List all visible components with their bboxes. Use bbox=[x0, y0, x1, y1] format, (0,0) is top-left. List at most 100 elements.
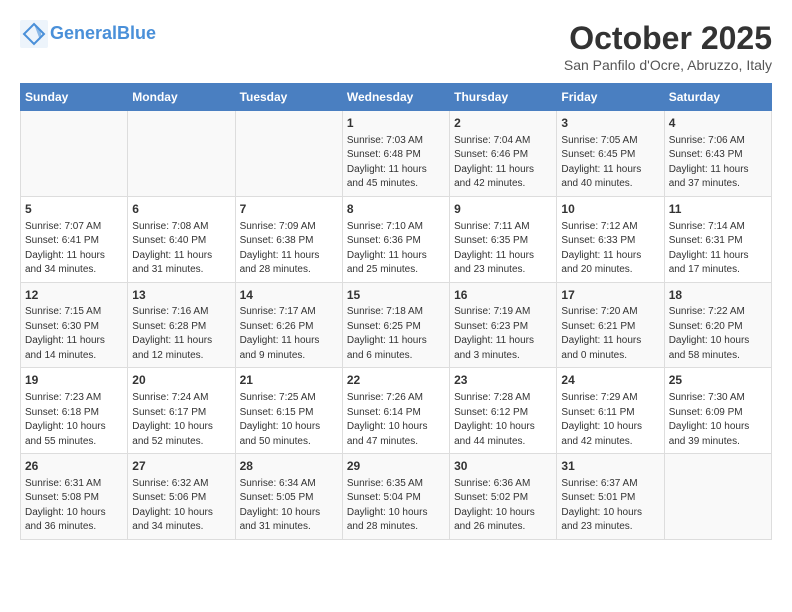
day-info: Sunrise: 6:36 AM Sunset: 5:02 PM Dayligh… bbox=[454, 477, 552, 535]
calendar-cell: 14Sunrise: 7:17 AM Sunset: 6:26 PM Dayli… bbox=[235, 282, 342, 368]
day-number: 14 bbox=[240, 287, 338, 304]
weekday-header: Tuesday bbox=[235, 84, 342, 111]
day-number: 24 bbox=[561, 372, 659, 389]
day-info: Sunrise: 6:35 AM Sunset: 5:04 PM Dayligh… bbox=[347, 477, 445, 535]
day-number: 23 bbox=[454, 372, 552, 389]
title-section: October 2025 San Panfilo d'Ocre, Abruzzo… bbox=[564, 20, 772, 73]
day-number: 30 bbox=[454, 458, 552, 475]
weekday-header: Friday bbox=[557, 84, 664, 111]
calendar-week-row: 12Sunrise: 7:15 AM Sunset: 6:30 PM Dayli… bbox=[21, 282, 772, 368]
day-info: Sunrise: 6:32 AM Sunset: 5:06 PM Dayligh… bbox=[132, 477, 230, 535]
day-info: Sunrise: 6:31 AM Sunset: 5:08 PM Dayligh… bbox=[25, 477, 123, 535]
day-info: Sunrise: 7:10 AM Sunset: 6:36 PM Dayligh… bbox=[347, 220, 445, 278]
calendar-cell: 9 Sunrise: 7:11 AM Sunset: 6:35 PM Daylig… bbox=[450, 196, 557, 282]
day-number: 3 bbox=[561, 115, 659, 132]
day-info: Sunrise: 6:37 AM Sunset: 5:01 PM Dayligh… bbox=[561, 477, 659, 535]
day-number: 9 bbox=[454, 201, 552, 218]
calendar-week-row: 19 Sunrise: 7:23 AM Sunset: 6:18 PM Dayli… bbox=[21, 368, 772, 454]
weekday-header: Sunday bbox=[21, 84, 128, 111]
logo-text: GeneralBlue bbox=[50, 23, 156, 45]
day-number: 11 bbox=[669, 201, 767, 218]
calendar-cell: 21 Sunrise: 7:25 AM Sunset: 6:15 PM Dayli… bbox=[235, 368, 342, 454]
calendar-cell bbox=[664, 454, 771, 540]
day-info: Sunrise: 7:07 AM Sunset: 6:41 PM Dayligh… bbox=[25, 220, 123, 278]
calendar-week-row: 1Sunrise: 7:03 AM Sunset: 6:48 PM Daylig… bbox=[21, 111, 772, 197]
day-info: Sunrise: 7:06 AM Sunset: 6:43 PM Dayligh… bbox=[669, 134, 767, 192]
calendar-cell bbox=[235, 111, 342, 197]
day-info: Sunrise: 7:18 AM Sunset: 6:25 PM Dayligh… bbox=[347, 305, 445, 363]
calendar-cell: 11 Sunrise: 7:14 AM Sunset: 6:31 PM Dayli… bbox=[664, 196, 771, 282]
day-info: Sunrise: 7:26 AM Sunset: 6:14 PM Dayligh… bbox=[347, 391, 445, 449]
calendar-cell: 27 Sunrise: 6:32 AM Sunset: 5:06 PM Dayli… bbox=[128, 454, 235, 540]
location-subtitle: San Panfilo d'Ocre, Abruzzo, Italy bbox=[564, 57, 772, 73]
day-number: 6 bbox=[132, 201, 230, 218]
calendar-cell: 20 Sunrise: 7:24 AM Sunset: 6:17 PM Dayli… bbox=[128, 368, 235, 454]
day-info: Sunrise: 7:11 AM Sunset: 6:35 PM Dayligh… bbox=[454, 220, 552, 278]
day-number: 29 bbox=[347, 458, 445, 475]
calendar-cell: 31Sunrise: 6:37 AM Sunset: 5:01 PM Dayli… bbox=[557, 454, 664, 540]
day-number: 19 bbox=[25, 372, 123, 389]
day-info: Sunrise: 7:14 AM Sunset: 6:31 PM Dayligh… bbox=[669, 220, 767, 278]
day-info: Sunrise: 7:24 AM Sunset: 6:17 PM Dayligh… bbox=[132, 391, 230, 449]
day-info: Sunrise: 7:15 AM Sunset: 6:30 PM Dayligh… bbox=[25, 305, 123, 363]
day-number: 4 bbox=[669, 115, 767, 132]
page-header: GeneralBlue October 2025 San Panfilo d'O… bbox=[20, 20, 772, 73]
calendar-cell: 30 Sunrise: 6:36 AM Sunset: 5:02 PM Dayli… bbox=[450, 454, 557, 540]
day-number: 15 bbox=[347, 287, 445, 304]
day-info: Sunrise: 7:09 AM Sunset: 6:38 PM Dayligh… bbox=[240, 220, 338, 278]
day-number: 25 bbox=[669, 372, 767, 389]
day-number: 21 bbox=[240, 372, 338, 389]
day-info: Sunrise: 7:17 AM Sunset: 6:26 PM Dayligh… bbox=[240, 305, 338, 363]
calendar-cell: 18Sunrise: 7:22 AM Sunset: 6:20 PM Dayli… bbox=[664, 282, 771, 368]
day-number: 18 bbox=[669, 287, 767, 304]
day-info: Sunrise: 7:23 AM Sunset: 6:18 PM Dayligh… bbox=[25, 391, 123, 449]
day-number: 8 bbox=[347, 201, 445, 218]
calendar-cell: 23Sunrise: 7:28 AM Sunset: 6:12 PM Dayli… bbox=[450, 368, 557, 454]
calendar-cell: 3 Sunrise: 7:05 AM Sunset: 6:45 PM Daylig… bbox=[557, 111, 664, 197]
day-info: Sunrise: 7:22 AM Sunset: 6:20 PM Dayligh… bbox=[669, 305, 767, 363]
day-info: Sunrise: 7:29 AM Sunset: 6:11 PM Dayligh… bbox=[561, 391, 659, 449]
calendar-cell: 13Sunrise: 7:16 AM Sunset: 6:28 PM Dayli… bbox=[128, 282, 235, 368]
calendar-cell: 25 Sunrise: 7:30 AM Sunset: 6:09 PM Dayli… bbox=[664, 368, 771, 454]
calendar-cell: 5Sunrise: 7:07 AM Sunset: 6:41 PM Daylig… bbox=[21, 196, 128, 282]
calendar-cell: 8 Sunrise: 7:10 AM Sunset: 6:36 PM Daylig… bbox=[342, 196, 449, 282]
calendar-cell: 15Sunrise: 7:18 AM Sunset: 6:25 PM Dayli… bbox=[342, 282, 449, 368]
day-info: Sunrise: 7:05 AM Sunset: 6:45 PM Dayligh… bbox=[561, 134, 659, 192]
calendar-cell bbox=[128, 111, 235, 197]
day-number: 10 bbox=[561, 201, 659, 218]
calendar-cell: 1Sunrise: 7:03 AM Sunset: 6:48 PM Daylig… bbox=[342, 111, 449, 197]
day-number: 26 bbox=[25, 458, 123, 475]
calendar-cell: 26 Sunrise: 6:31 AM Sunset: 5:08 PM Dayli… bbox=[21, 454, 128, 540]
day-info: Sunrise: 7:25 AM Sunset: 6:15 PM Dayligh… bbox=[240, 391, 338, 449]
day-number: 27 bbox=[132, 458, 230, 475]
day-number: 17 bbox=[561, 287, 659, 304]
day-number: 2 bbox=[454, 115, 552, 132]
logo: GeneralBlue bbox=[20, 20, 156, 48]
day-number: 7 bbox=[240, 201, 338, 218]
weekday-header: Saturday bbox=[664, 84, 771, 111]
calendar-cell: 16Sunrise: 7:19 AM Sunset: 6:23 PM Dayli… bbox=[450, 282, 557, 368]
day-info: Sunrise: 7:30 AM Sunset: 6:09 PM Dayligh… bbox=[669, 391, 767, 449]
day-number: 28 bbox=[240, 458, 338, 475]
logo-icon bbox=[20, 20, 48, 48]
day-info: Sunrise: 7:04 AM Sunset: 6:46 PM Dayligh… bbox=[454, 134, 552, 192]
day-number: 12 bbox=[25, 287, 123, 304]
calendar-cell: 29 Sunrise: 6:35 AM Sunset: 5:04 PM Dayli… bbox=[342, 454, 449, 540]
day-number: 16 bbox=[454, 287, 552, 304]
weekday-header-row: SundayMondayTuesdayWednesdayThursdayFrid… bbox=[21, 84, 772, 111]
calendar-cell bbox=[21, 111, 128, 197]
weekday-header: Wednesday bbox=[342, 84, 449, 111]
day-number: 20 bbox=[132, 372, 230, 389]
calendar-cell: 22 Sunrise: 7:26 AM Sunset: 6:14 PM Dayli… bbox=[342, 368, 449, 454]
calendar-cell: 2 Sunrise: 7:04 AM Sunset: 6:46 PM Daylig… bbox=[450, 111, 557, 197]
day-number: 13 bbox=[132, 287, 230, 304]
weekday-header: Thursday bbox=[450, 84, 557, 111]
day-number: 22 bbox=[347, 372, 445, 389]
day-info: Sunrise: 6:34 AM Sunset: 5:05 PM Dayligh… bbox=[240, 477, 338, 535]
day-info: Sunrise: 7:16 AM Sunset: 6:28 PM Dayligh… bbox=[132, 305, 230, 363]
calendar-week-row: 5Sunrise: 7:07 AM Sunset: 6:41 PM Daylig… bbox=[21, 196, 772, 282]
day-number: 1 bbox=[347, 115, 445, 132]
calendar-cell: 17Sunrise: 7:20 AM Sunset: 6:21 PM Dayli… bbox=[557, 282, 664, 368]
calendar-cell: 6Sunrise: 7:08 AM Sunset: 6:40 PM Daylig… bbox=[128, 196, 235, 282]
calendar-cell: 28 Sunrise: 6:34 AM Sunset: 5:05 PM Dayli… bbox=[235, 454, 342, 540]
